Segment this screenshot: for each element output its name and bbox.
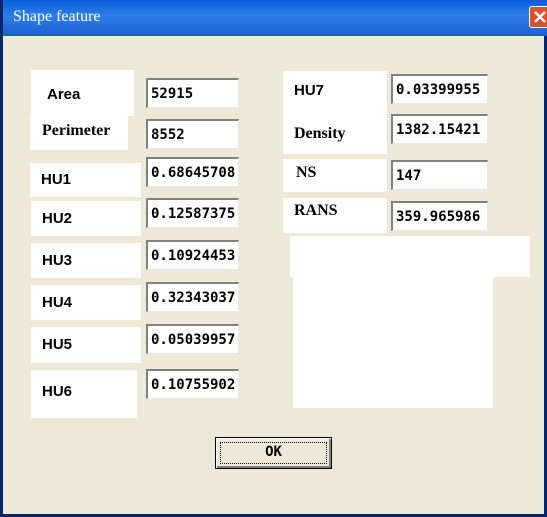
hu4-label: HU4	[31, 285, 141, 320]
hu5-label: HU5	[31, 327, 141, 363]
close-icon	[534, 11, 546, 23]
rans-field[interactable]: 359.965986	[391, 201, 488, 231]
hu4-field[interactable]: 0.32343037	[146, 282, 239, 312]
hu7-field[interactable]: 0.03399955	[391, 74, 488, 104]
hu1-field[interactable]: 0.68645708	[146, 157, 239, 187]
hu2-label: HU2	[31, 201, 141, 236]
area-label: Area	[31, 70, 134, 116]
blank-panel-top	[290, 236, 530, 277]
density-label: Density	[283, 115, 387, 154]
close-button[interactable]	[529, 6, 547, 28]
hu6-field[interactable]: 0.10755902	[146, 369, 239, 399]
hu2-field[interactable]: 0.12587375	[146, 198, 239, 228]
hu3-field[interactable]: 0.10924453	[146, 240, 239, 270]
area-field[interactable]: 52915	[146, 78, 239, 108]
ns-field[interactable]: 147	[391, 160, 488, 190]
ok-button[interactable]: OK	[215, 437, 332, 469]
hu1-label: HU1	[30, 163, 141, 197]
perimeter-field[interactable]: 8552	[146, 119, 239, 149]
hu7-label: HU7	[283, 71, 387, 115]
hu5-field[interactable]: 0.05039957	[146, 324, 239, 354]
hu6-label: HU6	[31, 370, 137, 418]
blank-panel-bottom	[293, 277, 493, 408]
title-bar[interactable]: Shape feature	[3, 0, 547, 36]
shape-feature-dialog: Shape feature Area Perimeter HU1 HU2 HU3…	[0, 0, 547, 517]
window-title: Shape feature	[13, 8, 101, 25]
hu3-label: HU3	[31, 243, 141, 278]
density-field[interactable]: 1382.15421	[391, 114, 488, 144]
perimeter-label: Perimeter	[30, 114, 128, 150]
rans-label: RANS	[283, 198, 387, 233]
ns-label: NS	[283, 159, 387, 192]
ok-label: OK	[265, 444, 282, 460]
